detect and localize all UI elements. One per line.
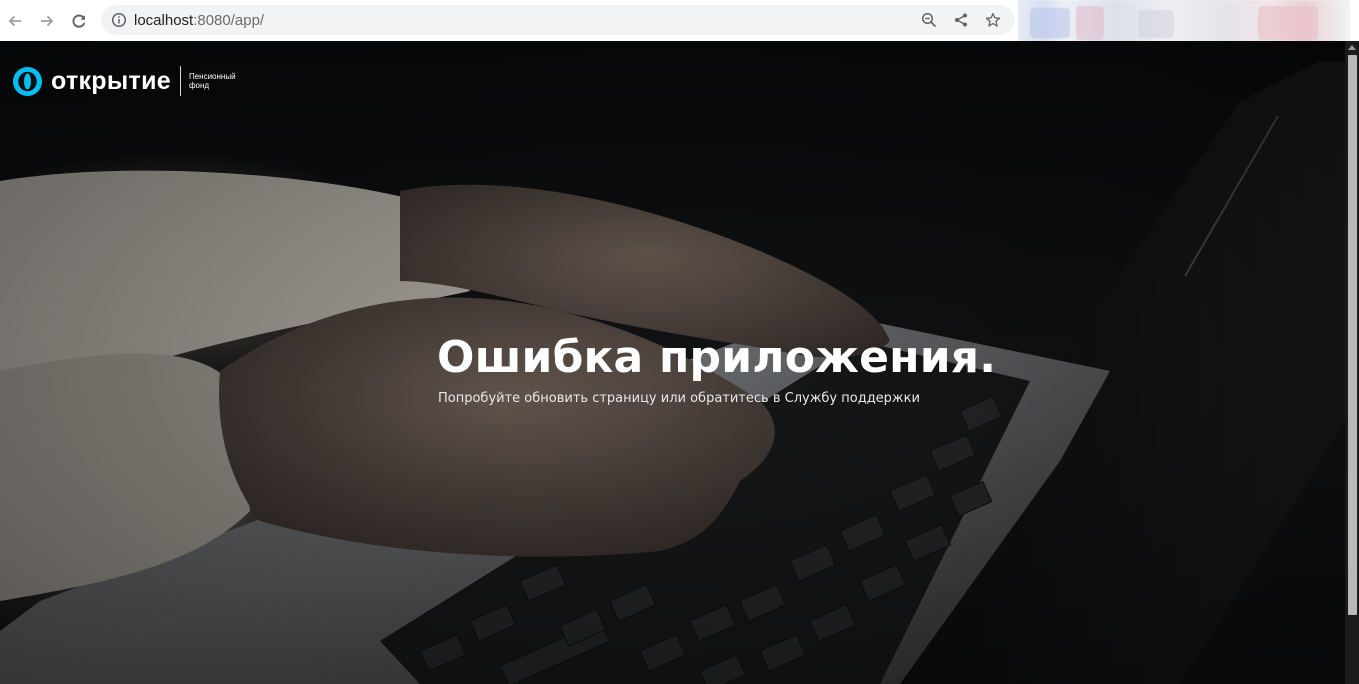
otkritie-logo-icon <box>12 66 43 96</box>
info-icon[interactable] <box>110 11 128 29</box>
scroll-up-arrow-icon[interactable] <box>1348 45 1356 50</box>
error-title: Ошибка приложения. <box>437 332 997 383</box>
url-path: :8080/app/ <box>193 11 265 29</box>
browser-toolbar: localhost:8080/app/ <box>0 0 1359 50</box>
logo-subtitle: Пенсионный фонд <box>189 72 249 90</box>
reload-button[interactable] <box>68 10 90 32</box>
arrow-left-icon <box>8 15 21 26</box>
back-button[interactable] <box>4 10 26 32</box>
star-icon[interactable] <box>977 5 1009 35</box>
forward-button[interactable] <box>36 10 58 32</box>
share-icon[interactable] <box>945 5 977 35</box>
error-page: открытие Пенсионный фонд Ошибка приложен… <box>0 41 1345 684</box>
page-scrollbar[interactable] <box>1345 41 1359 684</box>
logo-divider <box>179 66 181 96</box>
logo-subtitle-line1: Пенсионный <box>188 72 236 81</box>
logo-subtitle-line2: фонд <box>188 81 210 90</box>
zoom-out-icon[interactable] <box>913 5 945 35</box>
brand-logo[interactable]: открытие Пенсионный фонд <box>12 65 249 97</box>
address-bar[interactable]: localhost:8080/app/ <box>101 5 1015 35</box>
url-text[interactable]: localhost:8080/app/ <box>134 12 264 29</box>
scrollbar-thumb[interactable] <box>1348 55 1357 615</box>
logo-wordmark: открытие <box>51 66 171 95</box>
error-subtitle: Попробуйте обновить страницу или обратит… <box>438 391 920 406</box>
url-host: localhost <box>134 11 194 29</box>
reload-icon <box>72 14 86 28</box>
arrow-right-icon <box>41 15 54 26</box>
